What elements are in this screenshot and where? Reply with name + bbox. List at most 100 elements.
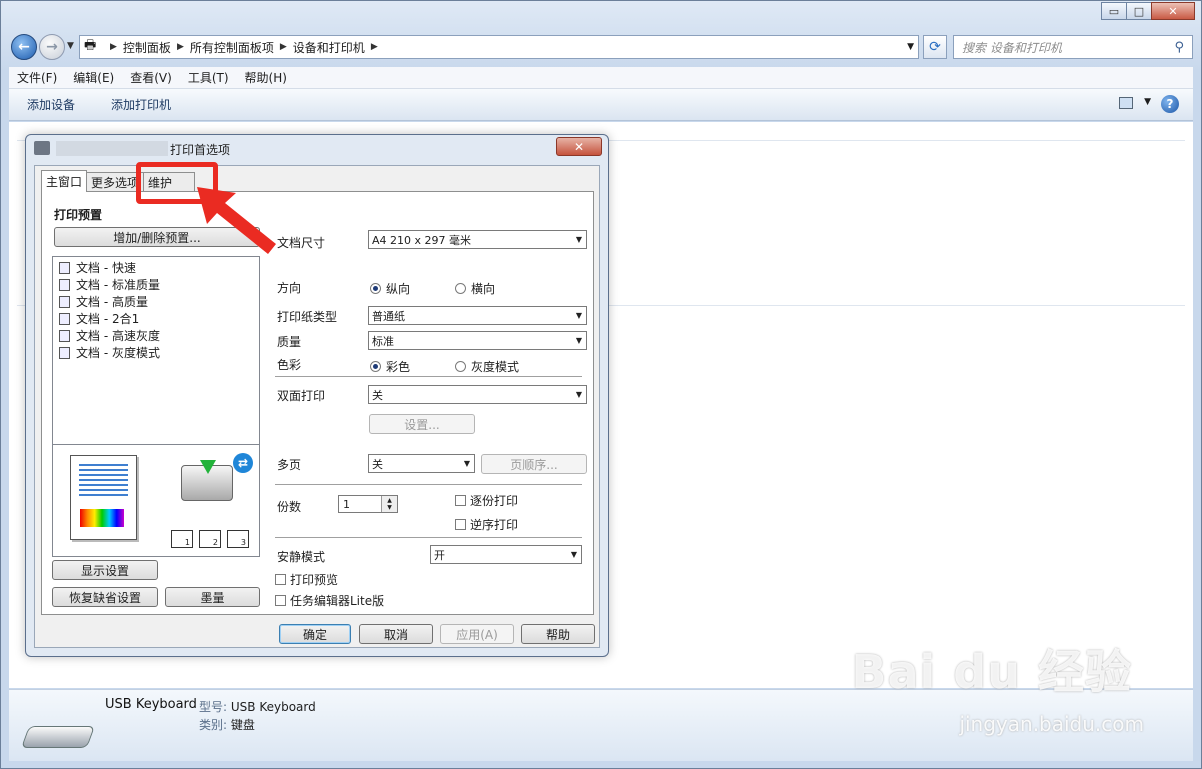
keyboard-icon	[20, 726, 96, 748]
reverse-order-checkbox[interactable]: 逆序打印	[455, 516, 518, 533]
presets-title: 打印预置	[54, 208, 103, 222]
radio-label: 横向	[471, 282, 496, 296]
section-divider	[275, 484, 582, 485]
menu-file[interactable]: 文件(F)	[9, 69, 65, 86]
preset-label: 文档 - 高质量	[76, 295, 148, 309]
device-category: 类别: 键盘	[199, 716, 255, 733]
preset-label: 文档 - 灰度模式	[76, 346, 160, 360]
list-item[interactable]: 文档 - 标准质量	[59, 276, 160, 293]
collate-checkbox[interactable]: 逐份打印	[455, 492, 518, 509]
address-bar[interactable]: 🖶 ▶ 控制面板 ▶ 所有控制面板项 ▶ 设备和打印机 ▶ ▼	[79, 35, 919, 59]
minimize-button[interactable]: ▭	[1101, 2, 1127, 20]
paper-type-label: 打印纸类型	[277, 310, 338, 324]
copies-label: 份数	[277, 500, 302, 514]
checkbox-box	[455, 519, 466, 530]
refresh-badge-icon: ⇄	[233, 453, 253, 473]
baidu-jingyan-watermark-logo: Bai du 经验	[851, 645, 1132, 699]
paper-type-select[interactable]: 普通纸	[368, 306, 587, 325]
doc-gray-icon	[59, 346, 70, 359]
orientation-portrait-radio[interactable]: 纵向	[370, 280, 410, 297]
quiet-mode-label: 安静模式	[277, 550, 326, 564]
job-arranger-checkbox[interactable]: 任务编辑器Lite版	[275, 592, 384, 609]
checkbox-box	[275, 595, 286, 606]
menu-help[interactable]: 帮助(H)	[237, 69, 295, 86]
copy-3-icon: 3	[227, 530, 249, 548]
page-order-button[interactable]: 页顺序...	[481, 454, 587, 474]
printing-preferences-dialog: 打印首选项 ✕ 主窗口 更多选项 维护 打印预置 增加/删除预置... 文档 -…	[25, 134, 609, 657]
address-dropdown-icon[interactable]: ▼	[907, 42, 914, 52]
device-name: USB Keyboard	[105, 697, 197, 712]
paper-size-select[interactable]: A4 210 x 297 毫米	[368, 230, 587, 249]
stepper-arrows-icon[interactable]: ▲ ▼	[381, 496, 397, 512]
breadcrumb-item[interactable]: 设备和打印机	[293, 39, 365, 56]
cancel-button[interactable]: 取消	[359, 624, 433, 644]
close-button[interactable]: ✕	[1151, 2, 1195, 20]
ok-button[interactable]: 确定	[279, 624, 351, 644]
menu-view[interactable]: 查看(V)	[122, 69, 180, 86]
duplex-label: 双面打印	[277, 389, 326, 403]
recent-pages-dropdown[interactable]: ▼	[67, 41, 74, 51]
radio-dot	[455, 283, 466, 294]
breadcrumb-item[interactable]: 所有控制面板项	[190, 39, 274, 56]
add-printer-button[interactable]: 添加打印机	[93, 96, 189, 113]
checkbox-label: 逆序打印	[470, 518, 519, 532]
doc-standard-icon	[59, 278, 70, 291]
doc-2in1-icon	[59, 312, 70, 325]
dialog-body: 主窗口 更多选项 维护 打印预置 增加/删除预置... 文档 - 快速 文档 -…	[34, 165, 600, 648]
checkbox-box	[275, 574, 286, 585]
search-icon[interactable]: ⚲	[1174, 40, 1184, 55]
refresh-button[interactable]: ⟳	[923, 35, 947, 59]
menu-bar: 文件(F) 编辑(E) 查看(V) 工具(T) 帮助(H)	[9, 67, 1193, 89]
multipage-select[interactable]: 关	[368, 454, 475, 473]
print-preview-graphic: ⇄ 1 2 3	[52, 445, 260, 557]
color-grayscale-radio[interactable]: 灰度模式	[455, 358, 519, 375]
color-bar-graphic	[80, 509, 124, 527]
quality-select[interactable]: 标准	[368, 331, 587, 350]
main-tab-panel: 打印预置 增加/删除预置... 文档 - 快速 文档 - 标准质量 文档 - 高…	[41, 191, 594, 615]
ink-levels-button[interactable]: 墨量	[165, 587, 260, 607]
apply-button[interactable]: 应用(A)	[440, 624, 514, 644]
list-item[interactable]: 文档 - 快速	[59, 259, 136, 276]
breadcrumb-item[interactable]: 控制面板	[123, 39, 171, 56]
quiet-mode-select[interactable]: 开	[430, 545, 582, 564]
category-value: 键盘	[230, 718, 255, 732]
menu-edit[interactable]: 编辑(E)	[65, 69, 122, 86]
print-preview-checkbox[interactable]: 打印预览	[275, 571, 338, 588]
list-item[interactable]: 文档 - 灰度模式	[59, 344, 160, 361]
model-value: USB Keyboard	[230, 700, 316, 714]
list-item[interactable]: 文档 - 高质量	[59, 293, 148, 310]
orientation-landscape-radio[interactable]: 横向	[455, 280, 495, 297]
annotation-highlight-box	[136, 162, 218, 204]
radio-label: 纵向	[386, 282, 411, 296]
printer-illustration-icon	[181, 460, 233, 501]
paper-feed-arrow-icon	[200, 460, 216, 474]
radio-dot	[455, 361, 466, 372]
help-icon[interactable]: ?	[1161, 95, 1179, 113]
help-button[interactable]: 帮助	[521, 624, 595, 644]
list-item[interactable]: 文档 - 高速灰度	[59, 327, 160, 344]
color-color-radio[interactable]: 彩色	[370, 358, 410, 375]
doc-high-icon	[59, 295, 70, 308]
radio-label: 彩色	[386, 360, 411, 374]
add-remove-preset-button[interactable]: 增加/删除预置...	[54, 227, 260, 247]
tab-main[interactable]: 主窗口	[41, 170, 88, 192]
preset-list[interactable]: 文档 - 快速 文档 - 标准质量 文档 - 高质量 文档 - 2合1 文档 -…	[52, 256, 260, 445]
duplex-select[interactable]: 关	[368, 385, 587, 404]
duplex-settings-button[interactable]: 设置...	[369, 414, 475, 434]
paper-size-label: 文档尺寸	[277, 236, 326, 250]
restore-defaults-button[interactable]: 恢复缺省设置	[52, 587, 158, 607]
radio-dot	[370, 283, 381, 294]
add-device-button[interactable]: 添加设备	[9, 96, 93, 113]
view-options-icon[interactable]	[1119, 97, 1133, 109]
list-item[interactable]: 文档 - 2合1	[59, 310, 139, 327]
show-settings-button[interactable]: 显示设置	[52, 560, 158, 580]
copies-stepper[interactable]: 1 ▲ ▼	[338, 495, 398, 513]
back-button[interactable]: ←	[11, 34, 37, 60]
forward-button[interactable]: →	[39, 34, 65, 60]
copy-stack-icons: 1 2 3	[165, 530, 249, 548]
menu-tools[interactable]: 工具(T)	[180, 69, 237, 86]
maximize-button[interactable]: □	[1126, 2, 1152, 20]
view-dropdown-icon[interactable]: ▼	[1144, 97, 1151, 107]
search-input[interactable]: 搜索 设备和打印机 ⚲	[953, 35, 1193, 59]
dialog-close-button[interactable]: ✕	[556, 137, 602, 156]
